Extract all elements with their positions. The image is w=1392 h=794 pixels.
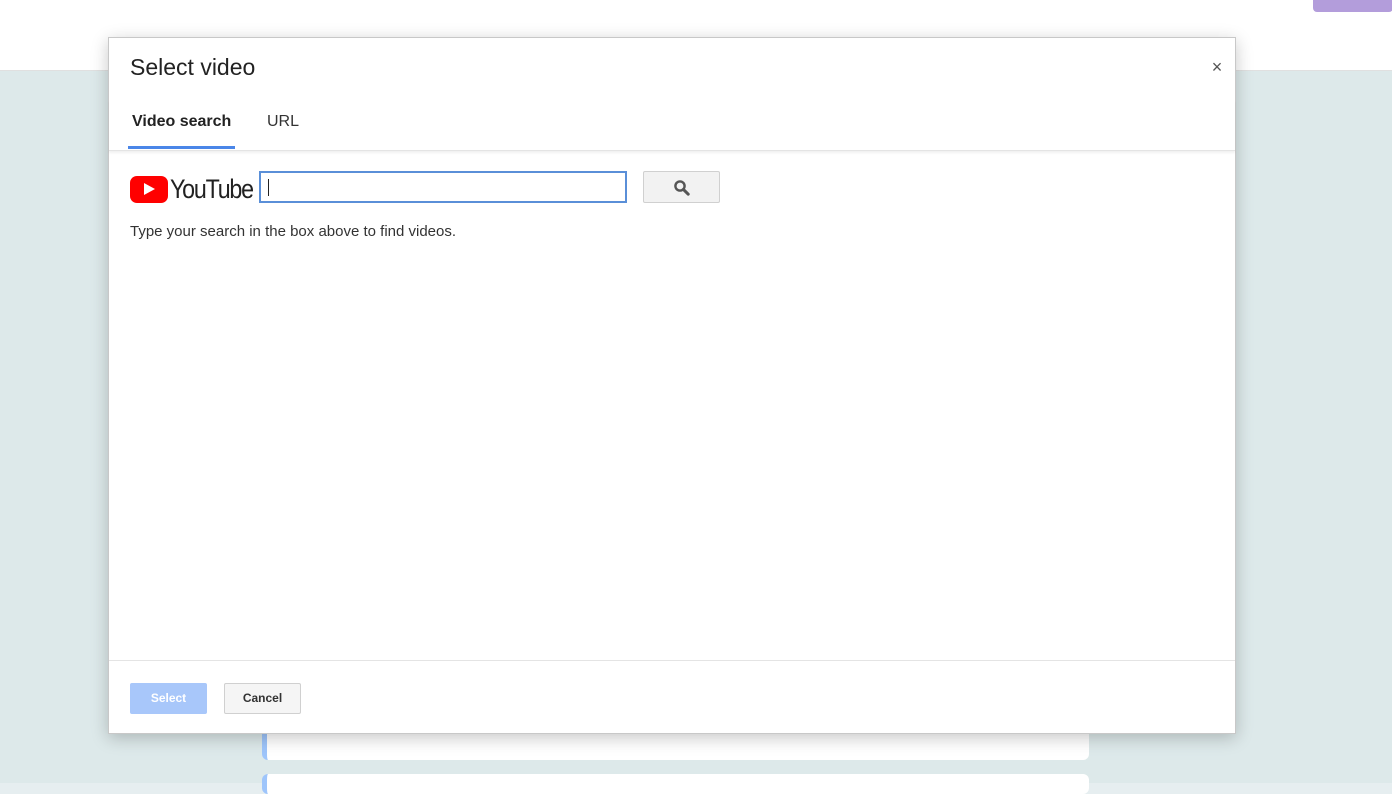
background-send-button xyxy=(1313,0,1392,12)
select-button[interactable]: Select xyxy=(130,683,207,714)
youtube-wordmark: YouTube xyxy=(170,174,254,204)
tab-url[interactable]: URL xyxy=(263,112,303,148)
video-search-input[interactable] xyxy=(259,171,627,203)
dialog-tabs: Video search URL xyxy=(109,100,1235,151)
cancel-button[interactable]: Cancel xyxy=(224,683,301,714)
dialog-footer: Select Cancel xyxy=(109,660,1235,735)
text-cursor xyxy=(268,179,269,196)
search-icon xyxy=(674,180,690,196)
close-icon[interactable]: × xyxy=(1207,57,1227,77)
search-hint-text: Type your search in the box above to fin… xyxy=(130,223,457,240)
youtube-play-icon xyxy=(130,176,168,203)
select-video-dialog: Select video × Video search URL YouTube … xyxy=(108,37,1236,734)
youtube-logo: YouTube xyxy=(130,174,254,204)
dialog-title: Select video xyxy=(130,54,256,80)
background-question-card xyxy=(262,774,1089,794)
tab-video-search[interactable]: Video search xyxy=(128,112,236,149)
search-button[interactable] xyxy=(643,171,720,203)
